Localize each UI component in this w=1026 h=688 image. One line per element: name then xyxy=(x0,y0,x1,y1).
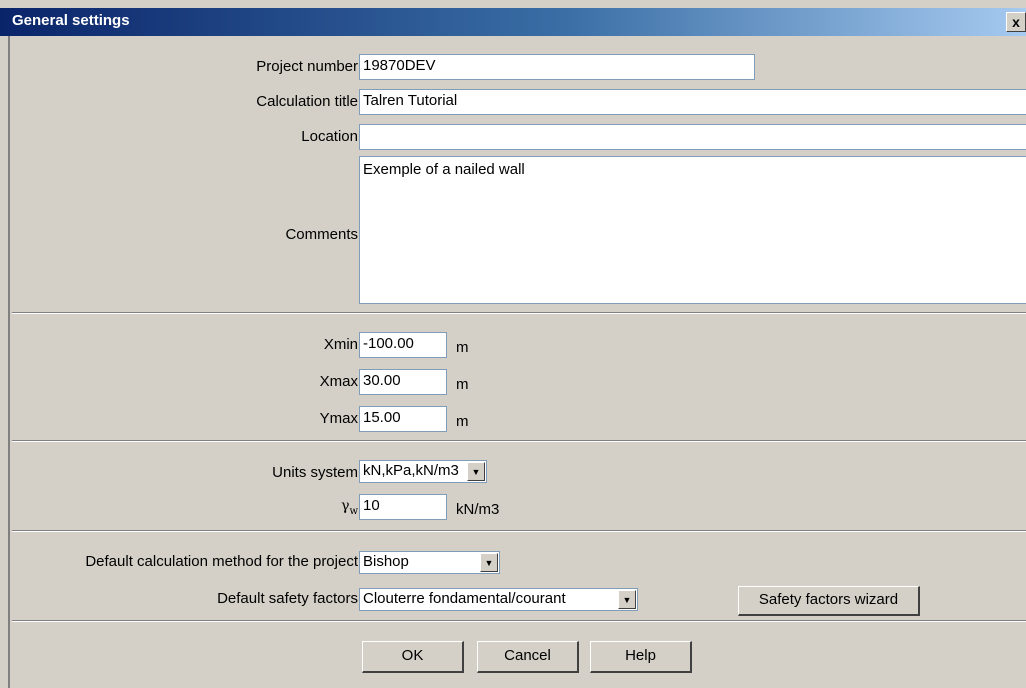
ymax-label: Ymax xyxy=(319,410,358,427)
chevron-down-icon[interactable]: ▼ xyxy=(467,462,485,481)
chevron-down-icon[interactable]: ▼ xyxy=(480,553,498,572)
project-number-input[interactable]: 19870DEV xyxy=(359,54,755,80)
units-system-label: Units system xyxy=(272,464,358,481)
xmin-label: Xmin xyxy=(323,336,358,353)
comments-textarea[interactable]: Exemple of a nailed wall xyxy=(359,156,1026,304)
ymax-unit: m xyxy=(456,413,469,430)
units-system-select[interactable]: kN,kPa,kN/m3 ▼ xyxy=(359,460,487,483)
safety-factors-value: Clouterre fondamental/courant xyxy=(363,590,566,607)
location-label: Location xyxy=(301,128,358,145)
close-button[interactable]: x xyxy=(1006,12,1026,32)
safety-factors-wizard-button[interactable]: Safety factors wizard xyxy=(738,586,920,616)
comments-label: Comments xyxy=(285,226,358,243)
close-icon: x xyxy=(1012,14,1020,30)
cancel-button[interactable]: Cancel xyxy=(477,641,579,673)
help-button[interactable]: Help xyxy=(590,641,692,673)
window-title: General settings xyxy=(12,12,130,29)
dialog-body: Project number 19870DEV Calculation titl… xyxy=(8,36,1026,688)
method-value: Bishop xyxy=(363,553,409,570)
xmax-label: Xmax xyxy=(319,373,358,390)
xmax-unit: m xyxy=(456,376,469,393)
xmax-input[interactable]: 30.00 xyxy=(359,369,447,395)
location-input[interactable] xyxy=(359,124,1026,150)
ymax-input[interactable]: 15.00 xyxy=(359,406,447,432)
separator-1 xyxy=(12,312,1026,314)
gamma-w-input[interactable]: 10 xyxy=(359,494,447,520)
method-label: Default calculation method for the proje… xyxy=(85,553,358,570)
units-system-value: kN,kPa,kN/m3 xyxy=(363,462,459,479)
title-bar: General settings x xyxy=(0,8,1026,36)
gamma-w-label: γw xyxy=(341,498,358,517)
ok-button[interactable]: OK xyxy=(362,641,464,673)
project-number-label: Project number xyxy=(256,58,358,75)
method-select[interactable]: Bishop ▼ xyxy=(359,551,500,574)
calc-title-input[interactable]: Talren Tutorial xyxy=(359,89,1026,115)
safety-factors-label: Default safety factors xyxy=(217,590,358,607)
separator-4 xyxy=(12,620,1026,622)
calc-title-label: Calculation title xyxy=(256,93,358,110)
safety-factors-select[interactable]: Clouterre fondamental/courant ▼ xyxy=(359,588,638,611)
xmin-unit: m xyxy=(456,339,469,356)
xmin-input[interactable]: -100.00 xyxy=(359,332,447,358)
separator-3 xyxy=(12,530,1026,532)
separator-2 xyxy=(12,440,1026,442)
chevron-down-icon[interactable]: ▼ xyxy=(618,590,636,609)
gamma-w-unit: kN/m3 xyxy=(456,501,500,518)
